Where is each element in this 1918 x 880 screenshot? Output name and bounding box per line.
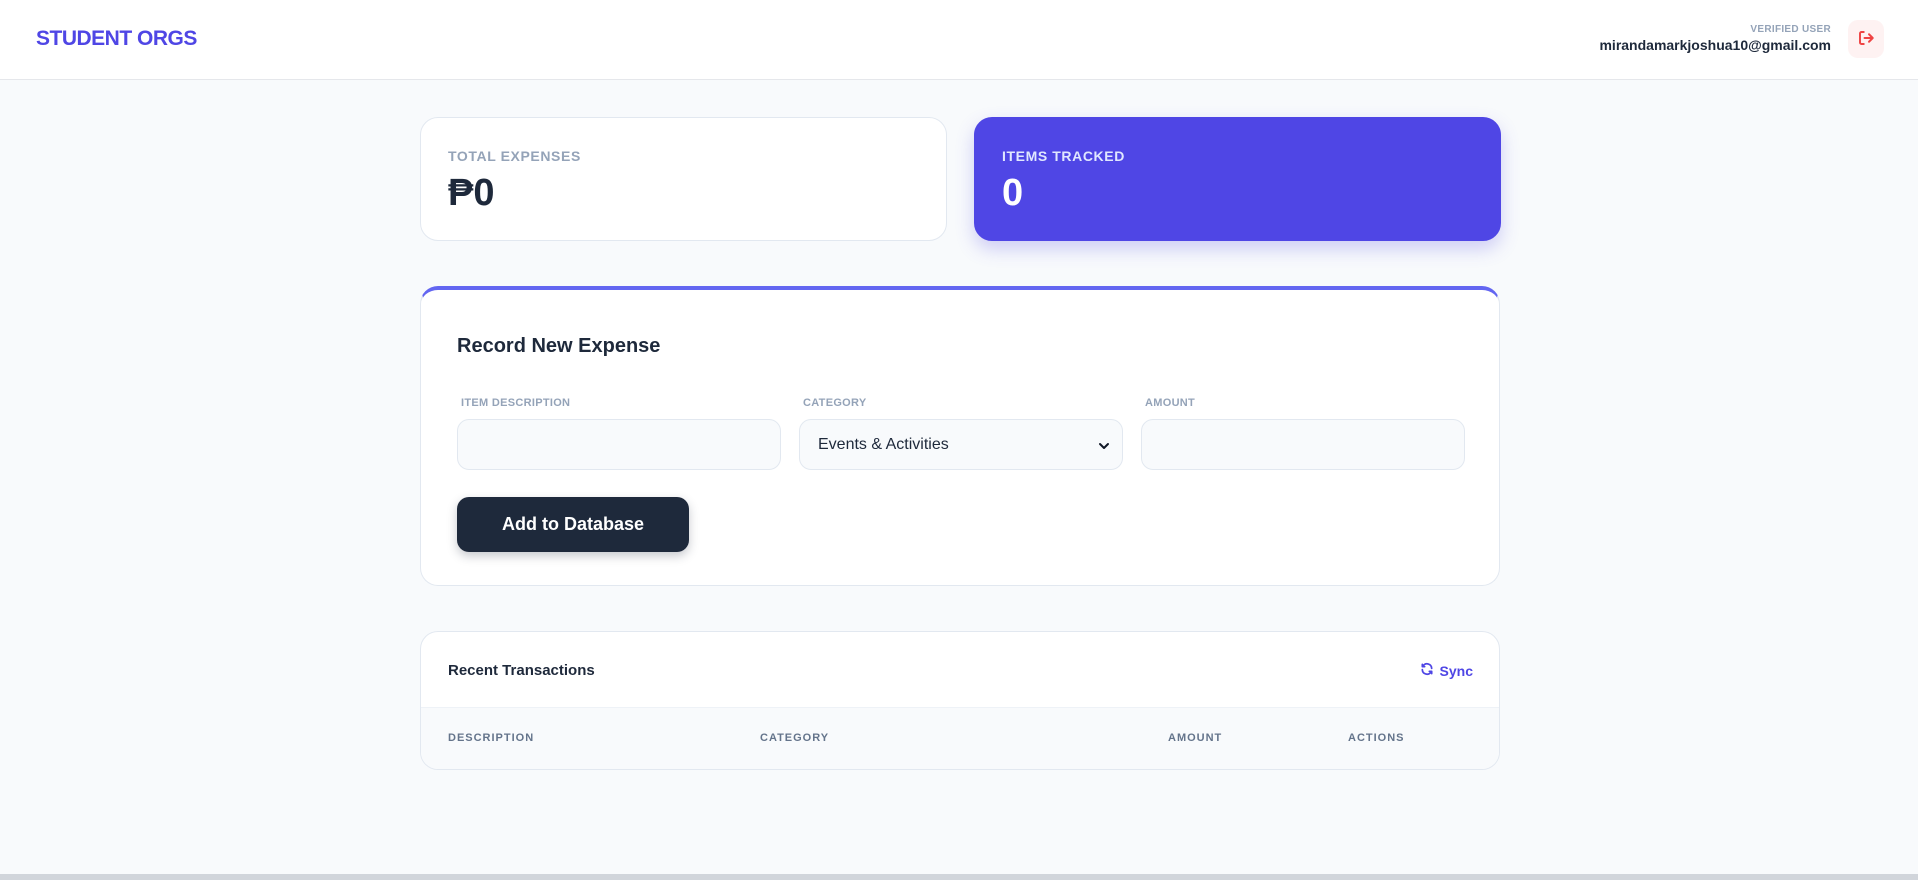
chevron-down-icon xyxy=(1098,439,1110,451)
column-amount: AMOUNT xyxy=(1168,732,1223,744)
form-title: Record New Expense xyxy=(457,335,661,357)
amount-label: AMOUNT xyxy=(1145,397,1196,409)
total-expenses-card: TOTAL EXPENSES ₱0 xyxy=(420,117,947,241)
add-to-database-button[interactable]: Add to Database xyxy=(457,497,689,552)
sync-button[interactable]: Sync xyxy=(1420,662,1473,679)
description-input[interactable] xyxy=(457,419,781,470)
record-expense-form: Record New Expense ITEM DESCRIPTION CATE… xyxy=(420,286,1500,586)
total-expenses-label: TOTAL EXPENSES xyxy=(448,148,581,164)
items-tracked-card: ITEMS TRACKED 0 xyxy=(974,117,1501,241)
column-description: DESCRIPTION xyxy=(448,732,535,744)
recent-transactions-panel: Recent Transactions Sync DESCRIPTION CAT… xyxy=(420,631,1500,770)
logout-button[interactable] xyxy=(1848,20,1884,58)
category-select[interactable]: Events & Activities xyxy=(799,419,1123,470)
items-tracked-value: 0 xyxy=(1002,172,1024,214)
user-info: VERIFIED USER mirandamarkjoshua10@gmail.… xyxy=(1599,24,1831,53)
total-expenses-value: ₱0 xyxy=(448,172,495,214)
column-actions: ACTIONS xyxy=(1348,732,1405,744)
column-category: CATEGORY xyxy=(760,732,830,744)
category-selected-value: Events & Activities xyxy=(818,435,949,453)
sync-label: Sync xyxy=(1439,662,1473,679)
transactions-title: Recent Transactions xyxy=(448,662,595,679)
refresh-icon xyxy=(1420,662,1434,679)
brand-logo[interactable]: STUDENT ORGS xyxy=(36,27,197,51)
amount-input[interactable] xyxy=(1141,419,1465,470)
description-label: ITEM DESCRIPTION xyxy=(461,397,571,409)
category-label: CATEGORY xyxy=(803,397,867,409)
top-navbar: STUDENT ORGS VERIFIED USER mirandamarkjo… xyxy=(0,0,1918,80)
user-email: mirandamarkjoshua10@gmail.com xyxy=(1599,37,1831,53)
window-bottom-edge xyxy=(0,874,1918,880)
sign-out-icon xyxy=(1857,29,1875,50)
user-role-label: VERIFIED USER xyxy=(1750,24,1831,35)
items-tracked-label: ITEMS TRACKED xyxy=(1002,148,1125,164)
transactions-header: Recent Transactions Sync xyxy=(421,632,1499,708)
transactions-table-header: DESCRIPTION CATEGORY AMOUNT ACTIONS xyxy=(421,708,1499,769)
